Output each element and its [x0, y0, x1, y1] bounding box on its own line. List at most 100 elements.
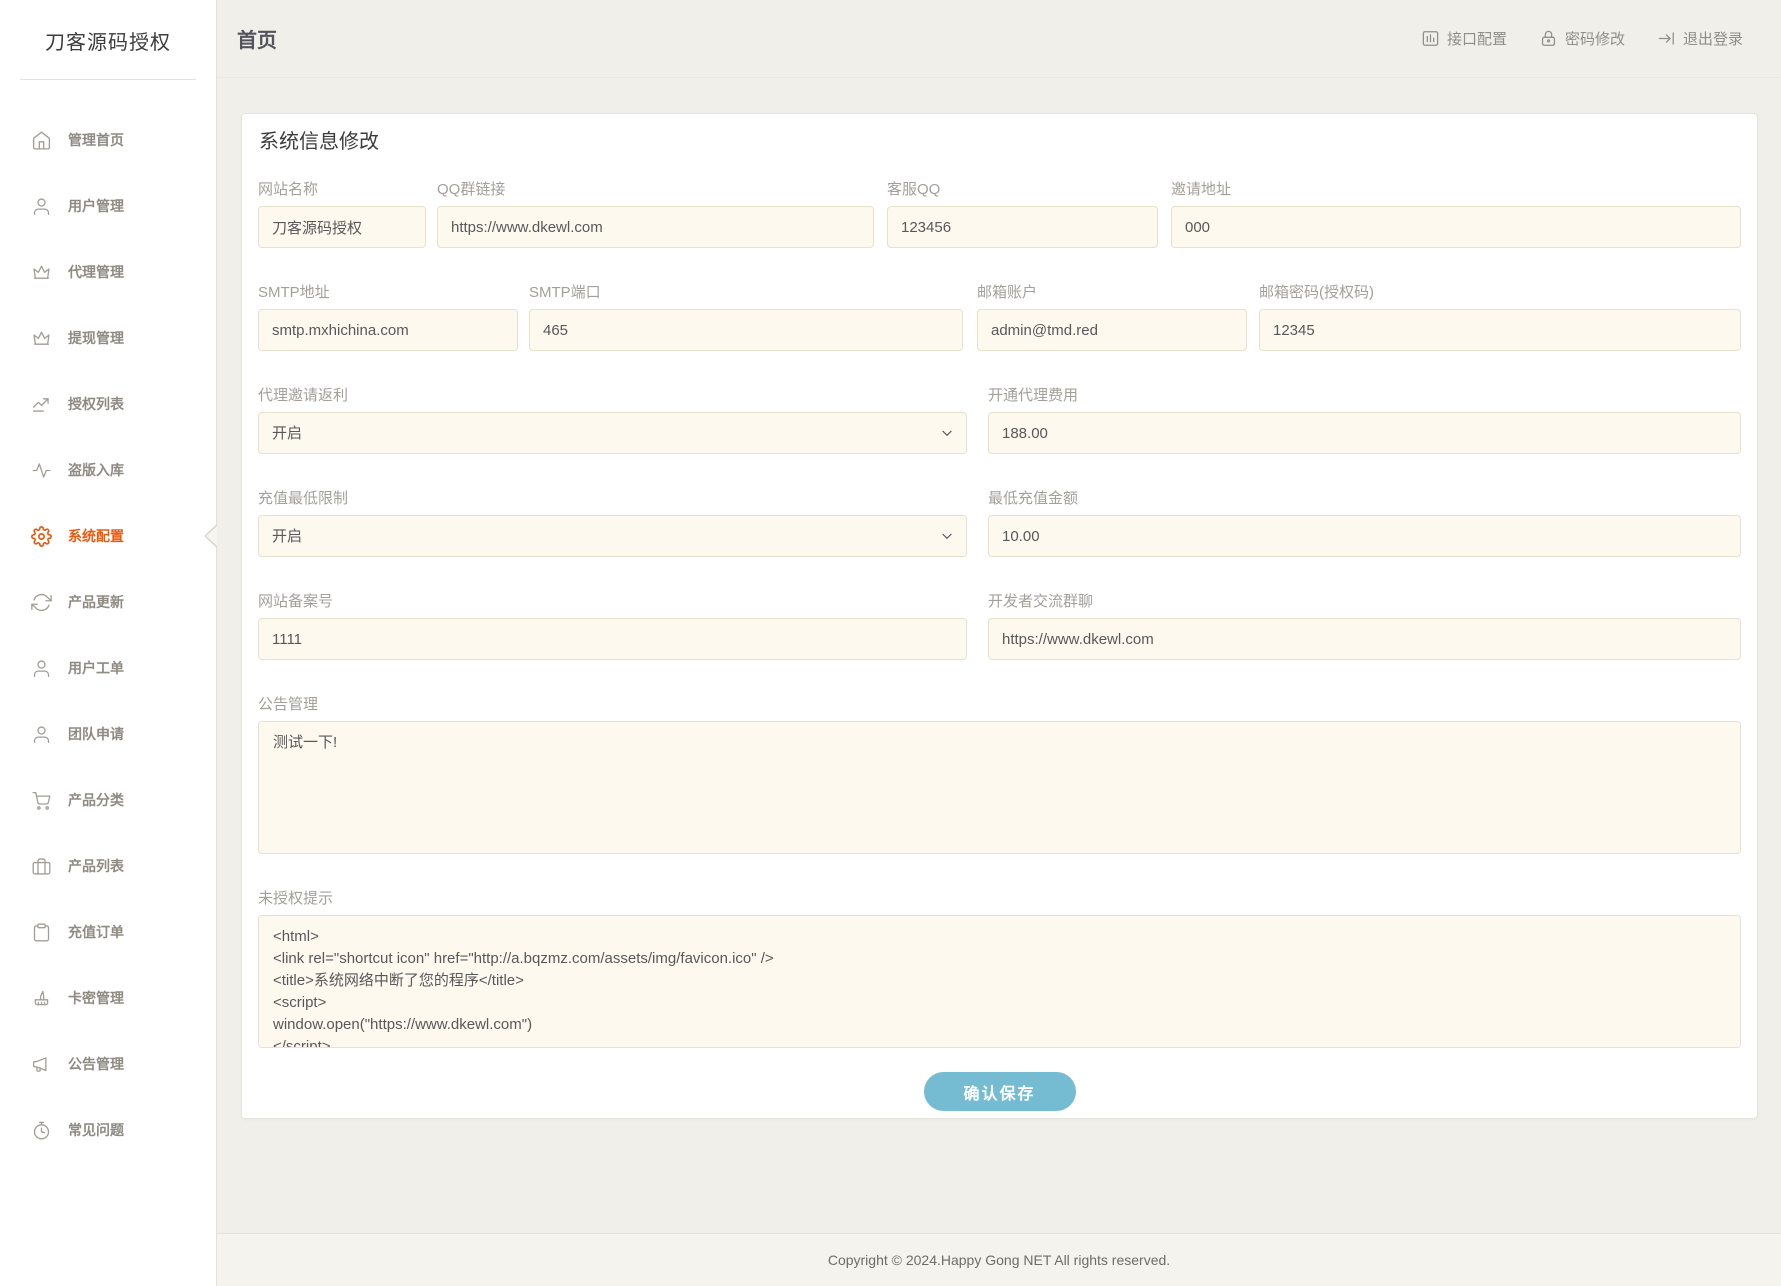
smtp-port-label: SMTP端口: [529, 284, 963, 302]
sidebar-menu: 管理首页 用户管理 代理管理 提现管理 授权列表: [0, 80, 216, 1163]
agent-rebate-select[interactable]: 开启: [258, 412, 967, 454]
form-row-2: SMTP地址 SMTP端口 邮箱账户 邮箱密码(授权码): [258, 284, 1741, 351]
trending-up-icon: [30, 393, 52, 415]
mail-account-input[interactable]: [977, 309, 1247, 351]
logout-label: 退出登录: [1683, 28, 1743, 49]
smtp-host-label: SMTP地址: [258, 284, 518, 302]
briefcase-icon: [30, 855, 52, 877]
sidebar-item-piracy[interactable]: 盗版入库: [0, 437, 216, 503]
field-dev-group: 开发者交流群聊: [988, 593, 1741, 660]
smtp-host-input[interactable]: [258, 309, 518, 351]
sidebar-item-label: 管理首页: [68, 130, 124, 150]
change-password-label: 密码修改: [1565, 28, 1625, 49]
mail-password-label: 邮箱密码(授权码): [1259, 284, 1741, 302]
save-button[interactable]: 确认保存: [924, 1072, 1076, 1111]
field-qq-group-link: QQ群链接: [437, 181, 874, 248]
agent-fee-input[interactable]: [988, 412, 1741, 454]
smtp-port-input[interactable]: [529, 309, 963, 351]
field-icp-number: 网站备案号: [258, 593, 967, 660]
logout-button[interactable]: 退出登录: [1657, 28, 1743, 49]
sidebar-item-label: 提现管理: [68, 328, 124, 348]
sidebar-item-announcements[interactable]: 公告管理: [0, 1031, 216, 1097]
announcement-textarea[interactable]: 测试一下!: [258, 721, 1741, 854]
page-title: 首页: [237, 24, 277, 53]
qq-group-link-input[interactable]: [437, 206, 874, 248]
mail-account-label: 邮箱账户: [977, 284, 1247, 302]
sidebar-item-recharge-orders[interactable]: 充值订单: [0, 899, 216, 965]
sidebar-item-faq[interactable]: 常见问题: [0, 1097, 216, 1163]
crown-icon: [30, 327, 52, 349]
sidebar-item-dashboard[interactable]: 管理首页: [0, 107, 216, 173]
unauthorized-tip-textarea[interactable]: <html> <link rel="shortcut icon" href="h…: [258, 915, 1741, 1048]
field-announcement: 公告管理 测试一下!: [258, 696, 1741, 854]
api-config-label: 接口配置: [1447, 28, 1507, 49]
service-qq-input[interactable]: [887, 206, 1158, 248]
user-icon: [30, 657, 52, 679]
field-agent-rebate: 代理邀请返利 开启: [258, 387, 967, 454]
site-name-label: 网站名称: [258, 181, 426, 199]
lock-icon: [1539, 29, 1558, 48]
sidebar-item-user-tickets[interactable]: 用户工单: [0, 635, 216, 701]
sidebar-item-licenses[interactable]: 授权列表: [0, 371, 216, 437]
sidebar-item-label: 用户工单: [68, 658, 124, 678]
field-invite-url: 邀请地址: [1171, 181, 1741, 248]
main-content: 系统信息修改 网站名称 QQ群链接 客服QQ 邀请地址 SMTP地址: [217, 78, 1781, 1286]
home-icon: [30, 129, 52, 151]
service-qq-label: 客服QQ: [887, 181, 1158, 199]
mail-password-input[interactable]: [1259, 309, 1741, 351]
form-row-4: 充值最低限制 开启 最低充值金额: [258, 490, 1741, 557]
header-actions: 接口配置 密码修改 退出登录: [1421, 28, 1743, 49]
form-row-unauthorized-tip: 未授权提示 <html> <link rel="shortcut icon" h…: [258, 890, 1741, 1048]
sidebar-item-system-config[interactable]: 系统配置: [0, 503, 216, 569]
sidebar-item-product-list[interactable]: 产品列表: [0, 833, 216, 899]
field-smtp-host: SMTP地址: [258, 284, 518, 351]
sidebar-item-label: 公告管理: [68, 1054, 124, 1074]
sidebar-item-label: 代理管理: [68, 262, 124, 282]
button-row: 确认保存: [258, 1072, 1741, 1111]
sidebar-item-label: 产品分类: [68, 790, 124, 810]
field-min-recharge: 最低充值金额: [988, 490, 1741, 557]
brush-icon: [30, 987, 52, 1009]
sidebar-item-label: 充值订单: [68, 922, 124, 942]
field-smtp-port: SMTP端口: [529, 284, 963, 351]
crown-icon: [30, 261, 52, 283]
panel-title: 系统信息修改: [259, 130, 1741, 154]
sidebar-item-agents[interactable]: 代理管理: [0, 239, 216, 305]
sidebar-item-label: 卡密管理: [68, 988, 124, 1008]
sidebar: 刀客源码授权 管理首页 用户管理 代理管理 提现管理: [0, 0, 217, 1286]
sidebar-item-label: 系统配置: [68, 526, 124, 546]
stopwatch-icon: [30, 1119, 52, 1141]
site-name-input[interactable]: [258, 206, 426, 248]
recharge-limit-label: 充值最低限制: [258, 490, 967, 508]
min-recharge-input[interactable]: [988, 515, 1741, 557]
agent-fee-label: 开通代理费用: [988, 387, 1741, 405]
user-icon: [30, 195, 52, 217]
sidebar-item-product-categories[interactable]: 产品分类: [0, 767, 216, 833]
qq-group-link-label: QQ群链接: [437, 181, 874, 199]
change-password-button[interactable]: 密码修改: [1539, 28, 1625, 49]
form-row-5: 网站备案号 开发者交流群聊: [258, 593, 1741, 660]
recharge-limit-select[interactable]: 开启: [258, 515, 967, 557]
sidebar-item-card-keys[interactable]: 卡密管理: [0, 965, 216, 1031]
field-service-qq: 客服QQ: [887, 181, 1158, 248]
dev-group-label: 开发者交流群聊: [988, 593, 1741, 611]
dev-group-input[interactable]: [988, 618, 1741, 660]
user-icon: [30, 723, 52, 745]
form-row-announcement: 公告管理 测试一下!: [258, 696, 1741, 854]
sidebar-item-product-updates[interactable]: 产品更新: [0, 569, 216, 635]
api-config-icon: [1421, 29, 1440, 48]
field-unauthorized-tip: 未授权提示 <html> <link rel="shortcut icon" h…: [258, 890, 1741, 1048]
footer: Copyright © 2024.Happy Gong NET All righ…: [217, 1233, 1781, 1286]
header: 首页 接口配置 密码修改 退出登录: [217, 0, 1781, 78]
invite-url-label: 邀请地址: [1171, 181, 1741, 199]
invite-url-input[interactable]: [1171, 206, 1741, 248]
cart-icon: [30, 789, 52, 811]
form-row-3: 代理邀请返利 开启 开通代理费用: [258, 387, 1741, 454]
api-config-button[interactable]: 接口配置: [1421, 28, 1507, 49]
sidebar-item-team-applications[interactable]: 团队申请: [0, 701, 216, 767]
icp-number-input[interactable]: [258, 618, 967, 660]
sidebar-item-withdrawals[interactable]: 提现管理: [0, 305, 216, 371]
sidebar-item-users[interactable]: 用户管理: [0, 173, 216, 239]
megaphone-icon: [30, 1053, 52, 1075]
field-agent-fee: 开通代理费用: [988, 387, 1741, 454]
